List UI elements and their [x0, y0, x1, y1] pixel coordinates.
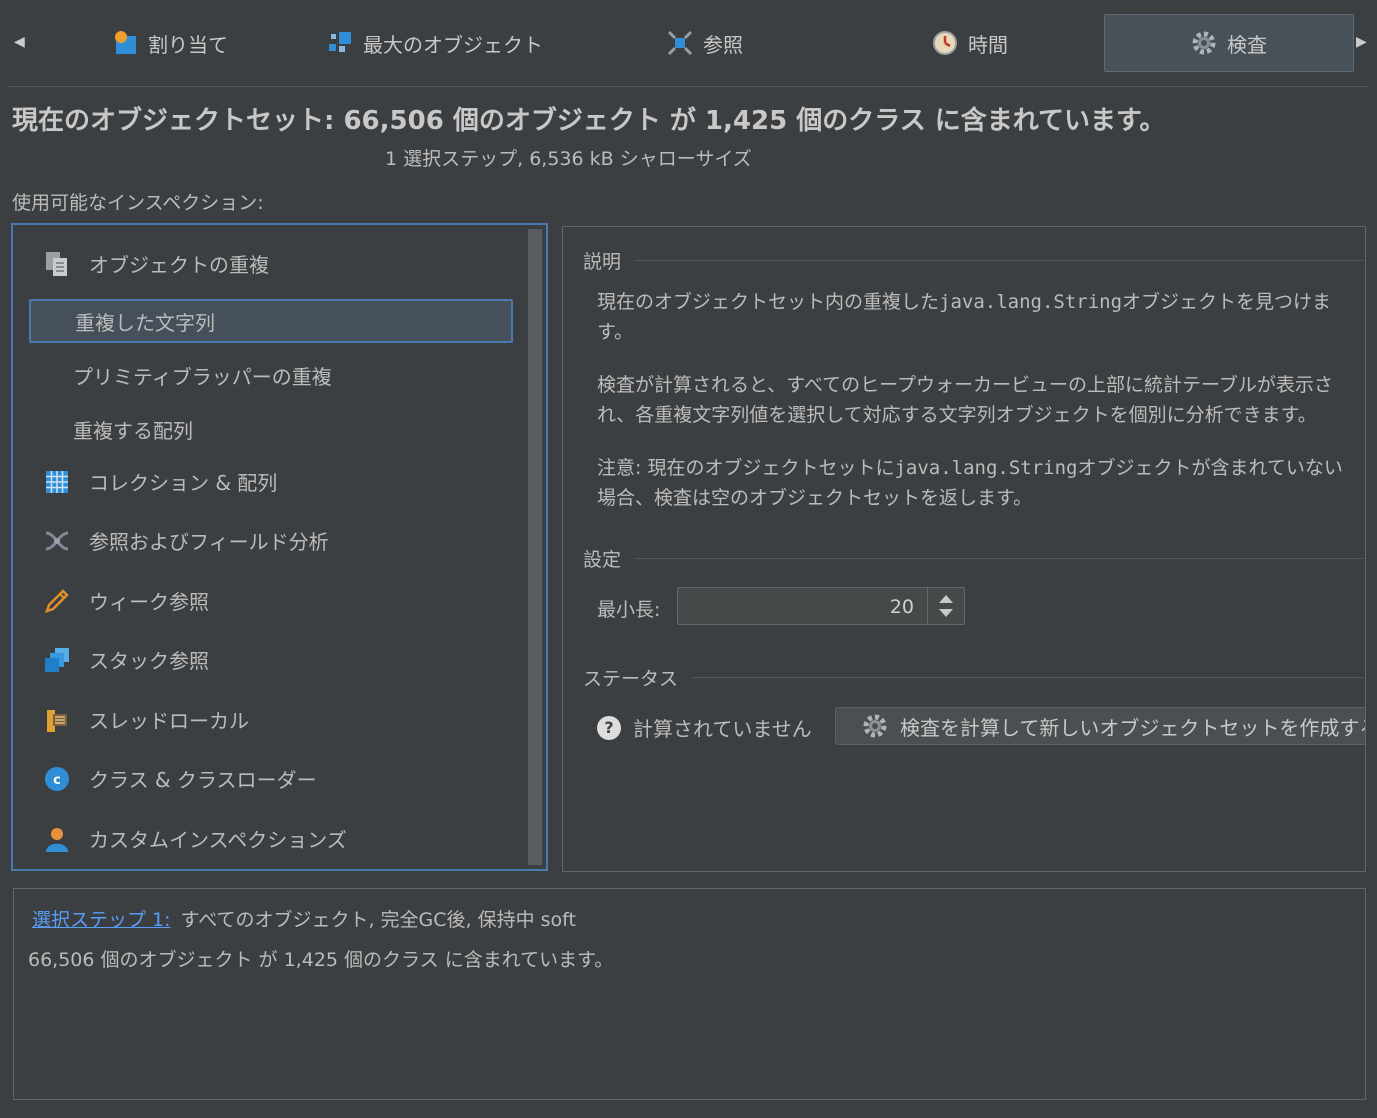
- tab-allocation[interactable]: 割り当て: [80, 14, 260, 72]
- description-paragraph-2: 検査が計算されると、すべてのヒープウォーカービューの上部に統計テーブルが表示さ …: [597, 370, 1365, 430]
- list-item-duplicate-arrays[interactable]: 重複する配列: [73, 415, 193, 444]
- min-length-label: 最小長:: [597, 599, 661, 621]
- list-item-label: スレッドローカル: [89, 709, 249, 733]
- list-item-weak-references[interactable]: ウィーク参照: [43, 586, 209, 615]
- list-item-collections[interactable]: コレクション & 配列: [43, 467, 277, 496]
- svg-text:c: c: [53, 773, 61, 788]
- collections-icon: [43, 468, 71, 496]
- references-icon: [667, 30, 693, 56]
- list-scrollbar[interactable]: [528, 229, 542, 865]
- settings-label: 設定: [583, 549, 622, 571]
- settings-header: 設定: [583, 545, 1363, 572]
- tab-biggest-objects[interactable]: 最大のオブジェクト: [300, 14, 570, 72]
- gear-icon: [1191, 30, 1217, 56]
- list-item-label: カスタムインスペクションズ: [89, 828, 347, 852]
- desc-text: 現在のオブジェクトセット内の重複した: [597, 291, 940, 313]
- list-item-label: オブジェクトの重複: [89, 253, 269, 277]
- desc-code: java.lang.String: [939, 291, 1123, 313]
- page-subtitle: 1 選択ステップ, 6,536 kB シャローサイズ: [385, 148, 752, 170]
- min-length-value[interactable]: 20: [890, 596, 914, 618]
- reference-analysis-icon: [43, 527, 71, 555]
- thread-local-icon: [43, 706, 71, 734]
- duplicate-objects-icon: [43, 250, 71, 278]
- weak-reference-icon: [43, 587, 71, 615]
- page-title: 現在のオブジェクトセット: 66,506 個のオブジェクト が 1,425 個の…: [12, 106, 1166, 136]
- available-inspections-label: 使用可能なインスペクション:: [12, 192, 264, 214]
- selection-summary: 66,506 個のオブジェクト が 1,425 個のクラス に含まれています。: [28, 949, 614, 971]
- desc-text: 注意: 現在のオブジェクトセットに: [597, 457, 895, 479]
- tab-references[interactable]: 参照: [620, 14, 790, 72]
- list-item-label: 重複した文字列: [75, 310, 215, 335]
- desc-text: す。: [597, 321, 634, 343]
- description-header: 説明: [583, 247, 1363, 274]
- description-paragraph-3: 注意: 現在のオブジェクトセットにjava.lang.Stringオブジェクトが…: [597, 453, 1365, 513]
- status-text: 計算されていません: [633, 717, 812, 741]
- list-item-classes[interactable]: c クラス & クラスローダー: [43, 764, 317, 793]
- desc-text: れ、各重複文字列値を選択して対応する文字列オブジェクトを個別に分析できます。: [597, 404, 1317, 426]
- custom-user-icon: [43, 825, 71, 853]
- biggest-objects-icon: [327, 30, 353, 56]
- list-item-duplicate-objects[interactable]: オブジェクトの重複: [43, 249, 269, 278]
- description-paragraph-1: 現在のオブジェクトセット内の重複したjava.lang.Stringオブジェクト…: [597, 287, 1365, 347]
- tab-label: 最大のオブジェクト: [363, 32, 543, 57]
- calculate-inspection-button[interactable]: 検査を計算して新しいオブジェクトセットを作成する: [835, 707, 1366, 745]
- desc-text: オブジェクトを見つけま: [1122, 291, 1332, 313]
- gear-icon: [863, 714, 887, 738]
- list-item-custom-inspections[interactable]: カスタムインスペクションズ: [43, 824, 347, 853]
- desc-text: オブジェクトが含まれていない: [1077, 457, 1343, 479]
- tab-divider: [8, 86, 1369, 87]
- list-item-label: クラス & クラスローダー: [89, 768, 317, 792]
- desc-text: 検査が計算されると、すべてのヒープウォーカービューの上部に統計テーブルが表示さ: [597, 374, 1333, 396]
- scroll-left-icon[interactable]: ◀: [14, 34, 25, 50]
- list-item-stack-references[interactable]: スタック参照: [43, 645, 209, 674]
- tab-time[interactable]: 時間: [890, 14, 1050, 72]
- question-icon: ?: [597, 715, 621, 740]
- tab-bar: ◀ 割り当て 最大のオブジェクト 参照 時間 検査 ▶: [0, 0, 1377, 88]
- selection-steps-panel: 選択ステップ 1: すべてのオブジェクト, 完全GC後, 保持中 soft 66,…: [13, 888, 1366, 1100]
- list-item-label: 参照およびフィールド分析: [89, 530, 329, 554]
- list-item-label: スタック参照: [89, 649, 209, 673]
- list-item-thread-locals[interactable]: スレッドローカル: [43, 705, 249, 734]
- desc-code: java.lang.String: [894, 457, 1078, 479]
- list-item-label: プリミティブラッパーの重複: [73, 365, 332, 389]
- tab-label: 参照: [703, 32, 743, 57]
- status-indicator: ? 計算されていません: [597, 713, 812, 742]
- stepper-buttons[interactable]: [927, 588, 964, 624]
- list-item-duplicate-primitive-wrappers[interactable]: プリミティブラッパーの重複: [73, 361, 332, 390]
- inspection-detail-panel: 説明 現在のオブジェクトセット内の重複したjava.lang.Stringオブジ…: [562, 226, 1366, 872]
- list-item-reference-analysis[interactable]: 参照およびフィールド分析: [43, 526, 329, 555]
- description-label: 説明: [583, 251, 622, 273]
- list-item-label: 重複する配列: [73, 419, 193, 443]
- stack-reference-icon: [43, 646, 71, 674]
- inspection-list[interactable]: オブジェクトの重複 重複した文字列 プリミティブラッパーの重複 重複する配列 コ…: [11, 223, 548, 871]
- class-icon: c: [43, 765, 71, 793]
- min-length-stepper[interactable]: 20: [677, 587, 965, 625]
- desc-text: 場合、検査は空のオブジェクトセットを返します。: [597, 487, 1033, 509]
- selection-step-description: すべてのオブジェクト, 完全GC後, 保持中 soft: [180, 909, 576, 931]
- list-item-label: ウィーク参照: [89, 590, 209, 614]
- status-header: ステータス: [583, 664, 1363, 691]
- list-item-duplicate-strings[interactable]: 重複した文字列: [29, 299, 513, 343]
- list-item-label: コレクション & 配列: [89, 471, 278, 495]
- scroll-right-icon[interactable]: ▶: [1356, 34, 1367, 50]
- clock-icon: [932, 30, 958, 56]
- tab-label: 割り当て: [148, 32, 228, 57]
- tab-label: 検査: [1227, 32, 1267, 57]
- calculate-button-label: 検査を計算して新しいオブジェクトセットを作成する: [900, 715, 1366, 740]
- selection-step-link[interactable]: 選択ステップ 1:: [32, 909, 171, 931]
- tab-inspections[interactable]: 検査: [1104, 14, 1354, 72]
- status-label: ステータス: [583, 668, 679, 690]
- stepper-arrows-icon[interactable]: [928, 588, 964, 624]
- allocation-icon: [112, 30, 138, 56]
- selection-step-row: 選択ステップ 1: すべてのオブジェクト, 完全GC後, 保持中 soft: [32, 905, 576, 932]
- tab-label: 時間: [968, 32, 1008, 57]
